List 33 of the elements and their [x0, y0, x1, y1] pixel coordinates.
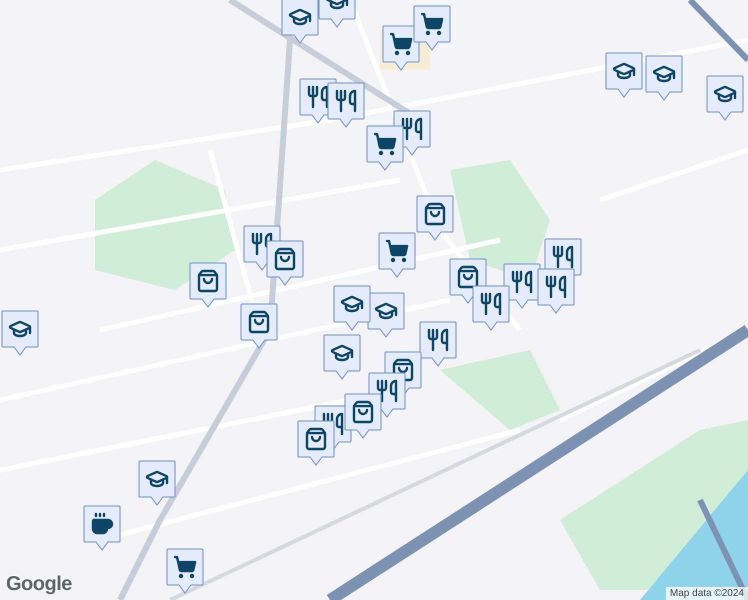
map-marker[interactable]: [605, 52, 643, 98]
map-marker[interactable]: [537, 268, 575, 314]
map-marker[interactable]: [138, 460, 176, 506]
map-marker[interactable]: [327, 82, 365, 128]
map-attribution: Map data ©2024: [666, 587, 748, 600]
shopping-cart-icon: [387, 241, 408, 261]
map-marker[interactable]: [189, 262, 227, 308]
map-marker[interactable]: [419, 321, 457, 367]
map-marker[interactable]: [645, 55, 683, 101]
map-marker[interactable]: [367, 292, 405, 338]
shopping-cart-icon: [375, 134, 396, 154]
map-marker[interactable]: [266, 240, 304, 286]
map-marker[interactable]: [1, 310, 39, 356]
map-marker[interactable]: [472, 285, 510, 331]
map-marker[interactable]: [344, 393, 382, 439]
map-marker[interactable]: [83, 505, 121, 551]
map-marker[interactable]: [413, 5, 451, 51]
map-marker[interactable]: [333, 285, 371, 331]
cup-icon: [93, 514, 112, 533]
shopping-cart-icon: [175, 557, 196, 577]
map-marker[interactable]: [706, 75, 744, 121]
map-logo: Google: [6, 573, 72, 596]
map-marker[interactable]: [323, 334, 361, 380]
map-marker[interactable]: [382, 25, 420, 71]
shopping-cart-icon: [422, 14, 442, 34]
map-marker[interactable]: [297, 420, 335, 466]
map-marker[interactable]: [366, 125, 404, 171]
shopping-cart-icon: [391, 34, 412, 54]
map-marker[interactable]: [378, 232, 416, 278]
map-marker[interactable]: [166, 548, 204, 594]
map-marker[interactable]: [416, 195, 454, 241]
map-marker[interactable]: [281, 0, 319, 44]
map-marker[interactable]: [240, 303, 278, 349]
